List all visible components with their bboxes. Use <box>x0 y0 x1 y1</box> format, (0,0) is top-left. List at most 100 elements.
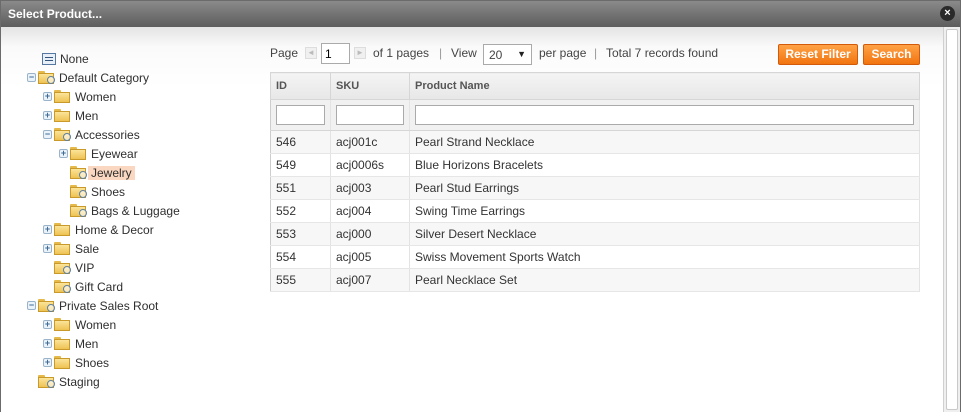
tree-item-label: Gift Card <box>75 280 124 294</box>
vertical-scrollbar[interactable] <box>943 27 960 412</box>
cell-sku: acj005 <box>330 245 410 269</box>
tree-item-label: Private Sales Root <box>59 299 159 313</box>
expand-icon[interactable]: + <box>59 149 68 158</box>
expand-icon[interactable]: + <box>43 339 52 348</box>
folder-icon <box>54 318 71 331</box>
cell-sku: acj0006s <box>330 153 410 177</box>
folder-icon <box>54 223 71 236</box>
select-product-dialog: Select Product... × None − Default Categ… <box>0 0 961 412</box>
scrollbar-thumb[interactable] <box>946 29 958 410</box>
collapse-icon[interactable]: − <box>27 301 36 310</box>
table-row[interactable]: 553 acj000 Silver Desert Necklace <box>270 222 920 246</box>
cell-name: Pearl Necklace Set <box>409 268 920 292</box>
folder-icon <box>54 280 71 293</box>
folder-icon <box>54 337 71 350</box>
cell-id: 549 <box>270 153 331 177</box>
folder-icon <box>70 185 87 198</box>
cell-sku: acj003 <box>330 176 410 200</box>
of-pages-text: of 1 pages <box>373 46 430 60</box>
expand-icon[interactable]: + <box>43 92 52 101</box>
tree-item-label: Jewelry <box>88 166 135 180</box>
name-filter-input[interactable] <box>415 105 914 125</box>
cell-id: 553 <box>270 222 331 246</box>
table-row[interactable]: 554 acj005 Swiss Movement Sports Watch <box>270 245 920 269</box>
per-page-value: 20 <box>489 48 503 62</box>
column-header-id[interactable]: ID <box>270 72 331 100</box>
cell-name: Blue Horizons Bracelets <box>409 153 920 177</box>
expand-icon[interactable]: + <box>43 320 52 329</box>
folder-icon <box>54 261 71 274</box>
cell-name: Pearl Stud Earrings <box>409 176 920 200</box>
cell-id: 551 <box>270 176 331 200</box>
view-label: View <box>451 46 477 60</box>
prev-page-icon[interactable]: ◄ <box>305 47 317 59</box>
table-row[interactable]: 546 acj001c Pearl Strand Necklace <box>270 130 920 154</box>
tree-item-label: Accessories <box>75 128 140 142</box>
dialog-title: Select Product... <box>8 7 103 21</box>
folder-icon <box>54 356 71 369</box>
folder-icon <box>70 204 87 217</box>
table-row[interactable]: 555 acj007 Pearl Necklace Set <box>270 268 920 292</box>
folder-icon <box>54 128 71 141</box>
expand-icon[interactable]: + <box>43 358 52 367</box>
close-icon[interactable]: × <box>940 6 955 21</box>
per-page-label: per page <box>539 46 587 60</box>
table-row[interactable]: 549 acj0006s Blue Horizons Bracelets <box>270 153 920 177</box>
total-records: Total 7 records found <box>606 46 719 60</box>
cell-sku: acj000 <box>330 222 410 246</box>
tree-item-label: Sale <box>75 242 100 256</box>
next-page-icon[interactable]: ► <box>354 47 366 59</box>
column-header-product-name[interactable]: Product Name <box>409 72 920 100</box>
chevron-down-icon: ▼ <box>517 49 526 59</box>
dialog-titlebar: Select Product... × <box>1 1 960 27</box>
table-row[interactable]: 551 acj003 Pearl Stud Earrings <box>270 176 920 200</box>
cell-name: Silver Desert Necklace <box>409 222 920 246</box>
tree-item-label: Eyewear <box>91 147 138 161</box>
folder-icon <box>54 90 71 103</box>
sku-filter-input[interactable] <box>336 105 404 125</box>
folder-icon <box>54 109 71 122</box>
folder-icon <box>38 299 55 312</box>
folder-icon <box>54 242 71 255</box>
search-button[interactable]: Search <box>863 44 920 65</box>
tree-item-label: Default Category <box>59 71 150 85</box>
products-grid: ID SKU Product Name 546 acj001c Pearl St… <box>270 72 920 292</box>
tree-item-label: Bags & Luggage <box>91 204 180 218</box>
collapse-icon[interactable]: − <box>27 73 36 82</box>
folder-icon <box>70 147 87 160</box>
tree-item-label: Staging <box>59 375 100 389</box>
tree-item-label: Shoes <box>75 356 110 370</box>
table-row[interactable]: 552 acj004 Swing Time Earrings <box>270 199 920 223</box>
tree-item-label: Home & Decor <box>75 223 154 237</box>
separator: | <box>439 46 443 60</box>
column-header-sku[interactable]: SKU <box>330 72 410 100</box>
cell-name: Pearl Strand Necklace <box>409 130 920 154</box>
cell-id: 546 <box>270 130 331 154</box>
cell-sku: acj001c <box>330 130 410 154</box>
cell-sku: acj007 <box>330 268 410 292</box>
page-label: Page <box>270 46 299 60</box>
collapse-icon[interactable]: − <box>43 130 52 139</box>
expand-icon[interactable]: + <box>43 111 52 120</box>
cell-id: 554 <box>270 245 331 269</box>
reset-filter-button[interactable]: Reset Filter <box>778 44 858 65</box>
page-input[interactable] <box>321 43 350 64</box>
cell-id: 552 <box>270 199 331 223</box>
per-page-select[interactable]: 20 ▼ <box>483 44 532 65</box>
tree-item-label: Men <box>75 337 99 351</box>
cell-name: Swing Time Earrings <box>409 199 920 223</box>
folder-icon <box>70 166 87 179</box>
separator: | <box>594 46 598 60</box>
cell-id: 555 <box>270 268 331 292</box>
tree-item-label: VIP <box>75 261 95 275</box>
tree-item-label: Women <box>75 318 117 332</box>
id-filter-input[interactable] <box>276 105 325 125</box>
cell-sku: acj004 <box>330 199 410 223</box>
tree-item-label: Shoes <box>91 185 126 199</box>
none-icon <box>42 53 56 65</box>
expand-icon[interactable]: + <box>43 244 52 253</box>
expand-icon[interactable]: + <box>43 225 52 234</box>
folder-icon <box>38 375 55 388</box>
dialog-content: None − Default Category + Women + Men − … <box>1 27 943 412</box>
tree-item-label: Men <box>75 109 99 123</box>
